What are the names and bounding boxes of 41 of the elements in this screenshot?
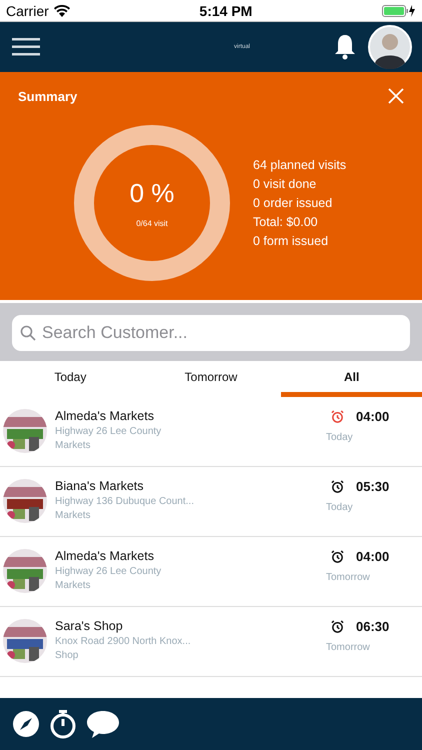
customer-category: Markets: [55, 510, 92, 521]
customer-address: Highway 26 Lee County: [55, 426, 162, 437]
carrier-label: Carrier: [6, 2, 49, 18]
clock-time: 5:14 PM: [199, 2, 252, 18]
close-button[interactable]: [388, 88, 404, 104]
customer-category: Markets: [55, 580, 92, 591]
summary-stat: 0 form issued: [253, 234, 330, 248]
summary-stat: 0 order issued: [253, 196, 334, 210]
visit-time: 04:00: [356, 409, 390, 424]
customer-name: Biana's Markets: [55, 479, 145, 493]
summary-stat: 0 visit done: [253, 177, 318, 191]
summary-stat: Total: $0.00: [253, 215, 319, 229]
visit-day: Tomorrow: [326, 572, 412, 583]
wifi-icon: [54, 4, 70, 16]
visit-day: Today: [326, 432, 412, 443]
visit-time: 06:30: [356, 619, 390, 634]
customer-name: Sara's Shop: [55, 619, 124, 633]
stopwatch-icon[interactable]: [50, 709, 76, 739]
visit-day: Today: [326, 502, 412, 513]
customer-category: Shop: [55, 650, 80, 661]
customer-address: Knox Road 2900 North Knox...: [55, 636, 192, 647]
chat-bubble-icon[interactable]: [86, 709, 120, 739]
visit-count: 0/64 visit: [136, 219, 168, 228]
customer-category: Markets: [55, 440, 92, 451]
search-icon: [20, 325, 36, 341]
visit-time: 05:30: [356, 479, 390, 494]
search-field[interactable]: Search Customer...: [12, 315, 410, 351]
summary-title: Summary: [18, 88, 78, 104]
compass-icon[interactable]: [12, 710, 40, 738]
battery-icon: [382, 4, 416, 16]
profile-avatar[interactable]: [368, 25, 412, 69]
summary-stat: 64 planned visits: [253, 158, 346, 172]
percent-value: 0 %: [130, 178, 174, 209]
visit-day: Tomorrow: [326, 642, 412, 653]
visit-time: 04:00: [356, 549, 390, 564]
customer-address: Highway 136 Dubuque Count...: [55, 496, 195, 507]
customer-name: Almeda's Markets: [55, 409, 155, 423]
customer-address: Highway 26 Lee County: [55, 566, 162, 577]
menu-button[interactable]: [12, 38, 40, 56]
notification-bell-icon[interactable]: [334, 34, 356, 60]
customer-name: Almeda's Markets: [55, 549, 155, 563]
